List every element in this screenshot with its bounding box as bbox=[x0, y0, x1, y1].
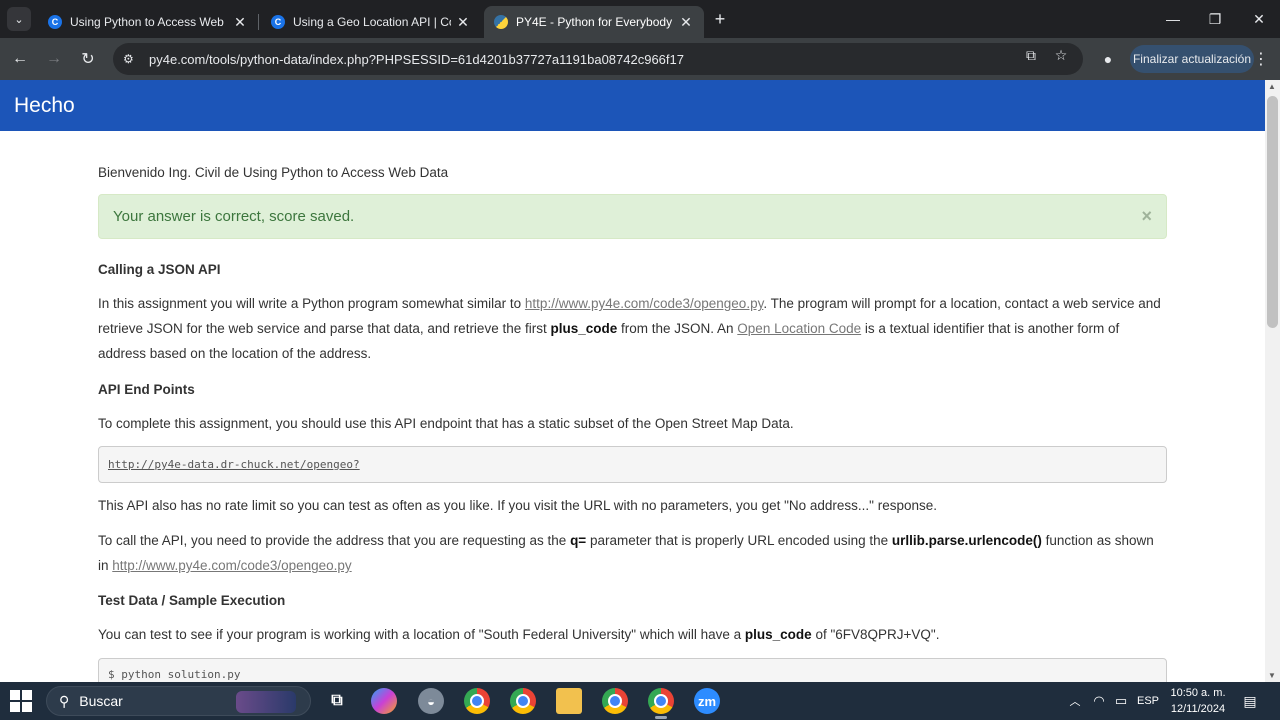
translate-icon[interactable]: ⧉ bbox=[1022, 46, 1040, 64]
zoom-icon[interactable]: zm bbox=[694, 688, 720, 714]
endpoint-url-link[interactable]: http://py4e-data.dr-chuck.net/opengeo? bbox=[108, 458, 360, 471]
back-arrow-icon[interactable]: ← bbox=[8, 47, 32, 71]
forward-arrow-icon[interactable]: → bbox=[42, 47, 66, 71]
bookmark-star-icon[interactable]: ☆ bbox=[1052, 46, 1070, 64]
chrome-icon[interactable] bbox=[464, 688, 490, 714]
menu-kebab-icon[interactable]: ⋮ bbox=[1253, 47, 1269, 71]
success-alert: Your answer is correct, score saved. × bbox=[98, 194, 1167, 239]
text-segment: In this assignment you will write a Pyth… bbox=[98, 296, 525, 311]
language-indicator[interactable]: ESP bbox=[1134, 682, 1162, 720]
window-close-icon[interactable]: ✕ bbox=[1237, 0, 1280, 38]
assignment-description: In this assignment you will write a Pyth… bbox=[98, 291, 1167, 366]
notifications-icon[interactable]: ▤ bbox=[1240, 682, 1260, 720]
python-icon bbox=[494, 15, 508, 29]
api-call-instructions: To call the API, you need to provide the… bbox=[98, 528, 1167, 578]
wifi-icon[interactable]: ◠ bbox=[1090, 682, 1108, 720]
file-explorer-icon[interactable] bbox=[556, 688, 582, 714]
url-text: py4e.com/tools/python-data/index.php?PHP… bbox=[149, 51, 684, 67]
windows-taskbar: ⚲ Buscar ⧉ ◒ zm ︿ ◠ ▭ ESP 10:50 a. m. 12… bbox=[0, 682, 1280, 720]
text-segment: You can test to see if your program is w… bbox=[98, 627, 745, 642]
tab-title: PY4E - Python for Everybody bbox=[516, 15, 673, 29]
sample-execution-code-block: $ python solution.py bbox=[98, 658, 1167, 682]
close-icon[interactable]: ✕ bbox=[678, 14, 694, 31]
rate-limit-note: This API also has no rate limit so you c… bbox=[98, 498, 937, 513]
browser-toolbar: ← → ↻ ⚙ py4e.com/tools/python-data/index… bbox=[0, 38, 1280, 80]
coursera-icon: C bbox=[48, 15, 62, 29]
app-icon[interactable]: ◒ bbox=[418, 688, 444, 714]
section-title-api-end-points: API End Points bbox=[98, 382, 195, 397]
site-header: Hecho bbox=[0, 80, 1265, 131]
page-scrollbar[interactable]: ▲ ▼ bbox=[1265, 80, 1280, 682]
show-hidden-icons-chevron-icon[interactable]: ︿ bbox=[1066, 682, 1084, 720]
search-placeholder: Buscar bbox=[79, 693, 123, 709]
text-segment: of "6FV8QPRJ+VQ". bbox=[811, 627, 940, 642]
windows-start-icon[interactable] bbox=[10, 690, 34, 712]
profile-avatar-icon[interactable]: ● bbox=[1096, 47, 1120, 71]
chrome-active-icon[interactable] bbox=[648, 688, 674, 719]
text-segment: parameter that is properly URL encoded u… bbox=[586, 533, 892, 548]
tab-coursera-web-data[interactable]: C Using Python to Access Web Da ✕ bbox=[38, 6, 258, 38]
welcome-text: Bienvenido Ing. Civil de Using Python to… bbox=[98, 165, 449, 180]
close-icon[interactable]: ✕ bbox=[232, 14, 248, 31]
plus-code-term: plus_code bbox=[744, 627, 812, 642]
new-tab-plus-icon[interactable]: + bbox=[709, 8, 731, 30]
test-data-description: You can test to see if your program is w… bbox=[98, 622, 1167, 647]
code-line: $ python solution.py bbox=[108, 668, 241, 681]
opengeo-link[interactable]: http://www.py4e.com/code3/opengeo.py bbox=[525, 296, 763, 311]
task-view-icon[interactable]: ⧉ bbox=[324, 688, 350, 714]
site-settings-icon[interactable]: ⚙ bbox=[123, 52, 139, 66]
tab-search-chevron-icon[interactable]: ⌄ bbox=[7, 7, 31, 31]
coursera-icon: C bbox=[271, 15, 285, 29]
minimize-icon[interactable]: — bbox=[1151, 0, 1195, 38]
tab-py4e[interactable]: PY4E - Python for Everybody ✕ bbox=[484, 6, 704, 38]
endpoint-code-block: http://py4e-data.dr-chuck.net/opengeo? bbox=[98, 446, 1167, 483]
reload-icon[interactable]: ↻ bbox=[76, 47, 100, 71]
chrome-icon[interactable] bbox=[510, 688, 536, 714]
urlencode-term: urllib.parse.urlencode() bbox=[891, 533, 1042, 548]
copilot-icon[interactable] bbox=[371, 688, 397, 714]
opengeo-link-2[interactable]: http://www.py4e.com/code3/opengeo.py bbox=[112, 558, 351, 573]
battery-icon[interactable]: ▭ bbox=[1112, 682, 1130, 720]
close-icon[interactable]: ✕ bbox=[455, 14, 471, 31]
restore-icon[interactable]: ❐ bbox=[1193, 0, 1237, 38]
tab-divider bbox=[258, 14, 259, 30]
search-highlight-image bbox=[236, 691, 296, 713]
address-bar[interactable]: ⚙ py4e.com/tools/python-data/index.php?P… bbox=[113, 43, 1083, 75]
scroll-down-arrow-icon[interactable]: ▼ bbox=[1268, 671, 1276, 680]
plus-code-term: plus_code bbox=[550, 321, 618, 336]
search-icon: ⚲ bbox=[59, 692, 70, 709]
finish-update-button[interactable]: Finalizar actualización bbox=[1130, 45, 1254, 73]
section-title-calling-json-api: Calling a JSON API bbox=[98, 262, 221, 277]
q-param-term: q= bbox=[570, 533, 587, 548]
open-location-code-link[interactable]: Open Location Code bbox=[737, 321, 861, 336]
scroll-up-arrow-icon[interactable]: ▲ bbox=[1268, 82, 1276, 91]
section-title-test-data: Test Data / Sample Execution bbox=[98, 593, 286, 608]
scrollbar-thumb[interactable] bbox=[1267, 96, 1278, 328]
alert-close-icon[interactable]: × bbox=[1141, 204, 1152, 229]
text-segment: To call the API, you need to provide the… bbox=[98, 533, 571, 548]
clock-date: 12/11/2024 bbox=[1170, 703, 1226, 715]
alert-message: Your answer is correct, score saved. bbox=[113, 208, 355, 225]
tab-title: Using a Geo Location API | Cou bbox=[293, 15, 451, 29]
taskbar-search[interactable]: ⚲ Buscar bbox=[46, 686, 311, 716]
chrome-icon[interactable] bbox=[602, 688, 628, 714]
clock-time: 10:50 a. m. bbox=[1170, 687, 1226, 699]
tab-title: Using Python to Access Web Da bbox=[70, 15, 228, 29]
tab-strip: ⌄ C Using Python to Access Web Da ✕ C Us… bbox=[0, 0, 1280, 38]
taskbar-clock[interactable]: 10:50 a. m. 12/11/2024 bbox=[1166, 685, 1230, 717]
text-segment: from the JSON. An bbox=[617, 321, 738, 336]
site-brand[interactable]: Hecho bbox=[14, 94, 75, 118]
tab-geo-location-api[interactable]: C Using a Geo Location API | Cou ✕ bbox=[261, 6, 481, 38]
web-page: Hecho Bienvenido Ing. Civil de Using Pyt… bbox=[0, 80, 1265, 682]
endpoint-description: To complete this assignment, you should … bbox=[98, 416, 794, 431]
